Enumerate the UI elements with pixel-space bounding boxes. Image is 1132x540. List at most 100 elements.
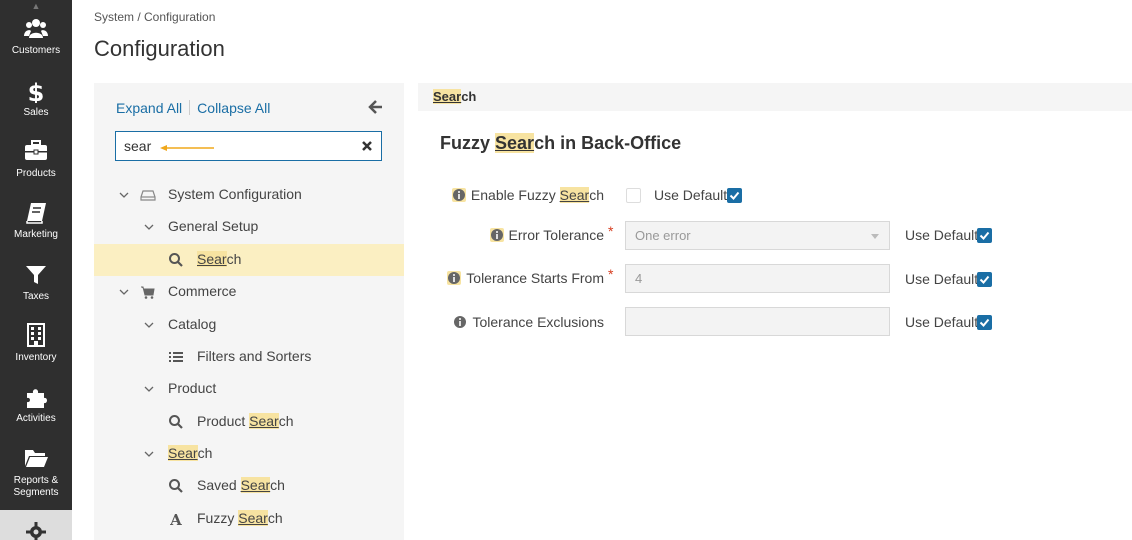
tree-search-box [115, 131, 382, 161]
users-icon [24, 19, 48, 38]
tree-item-label: Filters and Sorters [197, 348, 312, 364]
filter-icon [26, 266, 46, 284]
tree-item-general-setup[interactable]: General Setup [94, 211, 404, 243]
menu-item-reports-segments[interactable]: Reports & Segments [0, 440, 72, 501]
chevron-down-icon[interactable] [144, 450, 154, 458]
menu-item-system[interactable] [0, 510, 72, 540]
use-default-checkbox[interactable] [977, 228, 992, 243]
menu-item-products[interactable]: Products [0, 134, 72, 195]
page-title: Configuration [94, 36, 225, 61]
error-tolerance-select[interactable]: One error [625, 221, 890, 250]
menu-label: Segments [13, 487, 59, 498]
info-icon[interactable] [453, 315, 467, 329]
chevron-down-icon[interactable] [119, 191, 129, 199]
main-menu: ▲ Customers $ Sales Products Marketing T… [0, 0, 72, 540]
select-value: One error [635, 228, 691, 243]
tree-item-label: Product [168, 380, 217, 396]
tree-item-search-group[interactable]: Search [94, 438, 404, 470]
text-suffix: ch [267, 510, 283, 526]
tree-item-product-search[interactable]: Product Search [94, 406, 404, 438]
menu-item-activities[interactable]: Activities [0, 379, 72, 440]
font-icon: A [169, 511, 182, 527]
use-default-checkbox[interactable] [977, 315, 992, 330]
search-match-highlight: Sear [249, 413, 279, 429]
expand-all-link[interactable]: Expand All [116, 100, 182, 116]
label-text: Tolerance Starts From [466, 270, 604, 286]
checkmark-icon [979, 275, 990, 284]
text-suffix: ch [589, 187, 604, 203]
menu-item-marketing[interactable]: Marketing [0, 195, 72, 256]
chevron-down-icon[interactable] [144, 321, 154, 329]
text-prefix: Enable Fuzzy [470, 187, 560, 203]
search-match-highlight: Sear [238, 510, 268, 526]
dollar-icon: $ [28, 79, 45, 103]
error-tolerance-label: Error Tolerance [489, 227, 604, 243]
clear-search-icon[interactable] [361, 140, 373, 152]
tree-item-saved-search[interactable]: Saved Search [94, 470, 404, 502]
tree-item-label: Search [168, 445, 212, 461]
arrow-left-icon[interactable] [368, 99, 384, 115]
text-prefix: Fuzzy [440, 133, 496, 153]
checkmark-icon [979, 318, 990, 327]
tree-search-input[interactable] [124, 138, 324, 154]
text-suffix: ch [278, 413, 294, 429]
hdd-icon [140, 190, 156, 201]
info-icon[interactable] [447, 271, 462, 285]
input-value: 4 [635, 271, 643, 286]
arrow-annotation-icon [160, 145, 214, 151]
use-default-label: Use Default [905, 227, 979, 243]
tree-item-fuzzy-search[interactable]: A Fuzzy Search [94, 503, 404, 535]
tree-item-label: System Configuration [168, 186, 302, 202]
list-icon [169, 352, 183, 362]
gear-icon [26, 522, 46, 540]
tree-item-catalog[interactable]: Catalog [94, 309, 404, 341]
menu-item-customers[interactable]: Customers [0, 12, 72, 73]
enable-fuzzy-search-checkbox[interactable] [626, 188, 641, 203]
search-icon [169, 479, 183, 493]
menu-label: Marketing [14, 229, 58, 240]
puzzle-icon [27, 389, 47, 408]
tree-item-label: General Setup [168, 218, 259, 234]
search-match-highlight: Sear [495, 133, 535, 153]
text-suffix: ch [197, 445, 213, 461]
use-default-checkbox[interactable] [977, 272, 992, 287]
info-icon[interactable] [451, 188, 466, 202]
menu-label: Inventory [15, 352, 57, 363]
chevron-down-icon[interactable] [144, 385, 154, 393]
chevron-down-icon[interactable] [144, 223, 154, 231]
search-match-highlight: Sear [433, 89, 462, 104]
use-default-checkbox[interactable] [727, 188, 742, 203]
tolerance-starts-from-input[interactable]: 4 [625, 264, 890, 293]
tree-item-product[interactable]: Product [94, 373, 404, 405]
chevron-down-icon[interactable] [119, 288, 129, 296]
checkmark-icon [729, 191, 740, 200]
menu-item-inventory[interactable]: Inventory [0, 318, 72, 379]
tree-item-label: Fuzzy Search [197, 510, 283, 526]
tree-item-filters-and-sorters[interactable]: Filters and Sorters [94, 341, 404, 373]
checkmark-icon [979, 231, 990, 240]
tree-actions: Expand All Collapse All [116, 100, 270, 116]
menu-label: Taxes [22, 291, 50, 302]
text-suffix: ch [270, 477, 285, 493]
tree-item-commerce[interactable]: Commerce [94, 276, 404, 308]
text-suffix: ch [461, 89, 477, 104]
use-default-label: Use Default [905, 314, 979, 330]
text-suffix: ch [226, 251, 242, 267]
shopping-cart-icon [141, 286, 155, 299]
tree-item-label: Saved Search [197, 477, 285, 493]
use-default-label: Use Default [654, 187, 728, 203]
tree-item-search-selected[interactable]: Search [94, 244, 404, 276]
search-icon [169, 415, 183, 429]
tolerance-exclusions-label: Tolerance Exclusions [453, 314, 604, 330]
section-title: Search [433, 89, 476, 104]
search-icon [169, 253, 183, 267]
menu-scroll-up-icon[interactable]: ▲ [0, 0, 72, 12]
tree-item-label: Catalog [168, 316, 217, 332]
dropdown-arrow-icon [871, 234, 879, 239]
tree-item-system-configuration[interactable]: System Configuration [94, 179, 404, 211]
menu-item-taxes[interactable]: Taxes [0, 257, 72, 318]
collapse-all-link[interactable]: Collapse All [197, 100, 270, 116]
tolerance-exclusions-input[interactable] [625, 307, 890, 336]
info-icon[interactable] [489, 228, 504, 242]
menu-item-sales[interactable]: $ Sales [0, 73, 72, 134]
